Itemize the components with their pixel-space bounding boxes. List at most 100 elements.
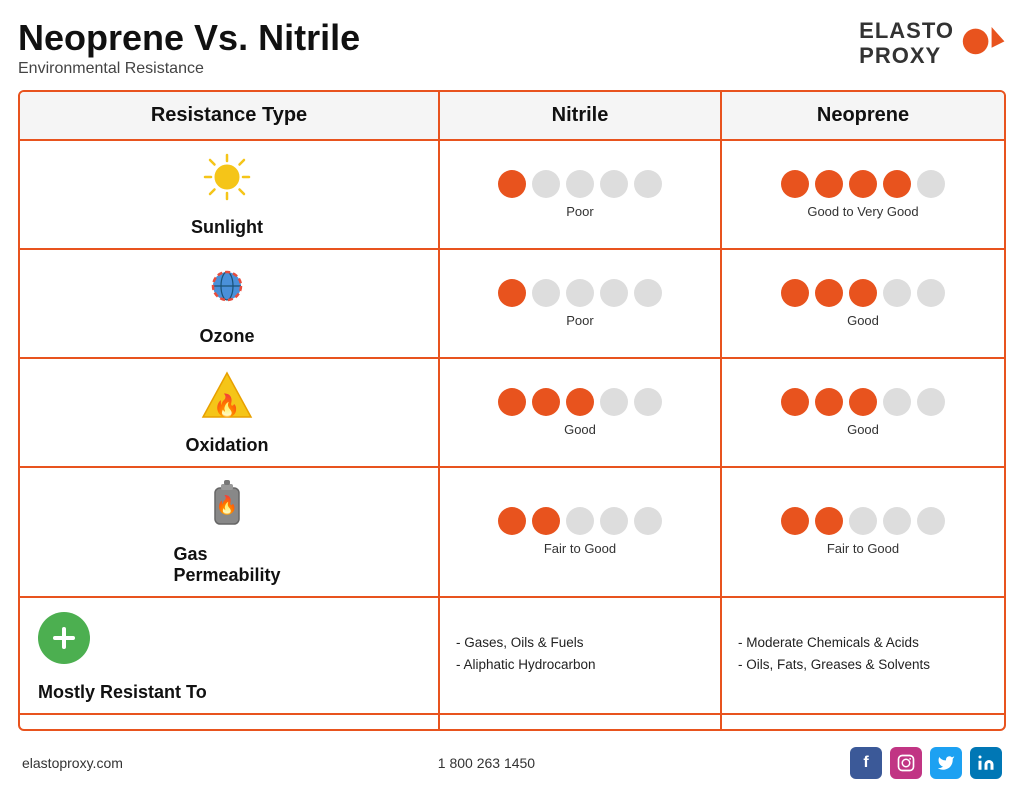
neoprene-mostly-item-2: - Oils, Fats, Greases & Solvents [738,655,930,675]
label-cell-sunlight: Sunlight [20,141,440,248]
neoprene-least-cell: - Esters & Ketones - Chlorinated, Aromat… [722,715,1004,731]
dot-empty [883,279,911,307]
sun-icon [201,151,253,203]
label-cell-gas: 🔥 Gas Permeability [20,468,440,596]
dot-empty [600,507,628,535]
footer-social-icons: f [850,747,1002,779]
dot-empty [883,507,911,535]
plus-icon [38,612,90,664]
table-row: Ozone Poor [20,248,1004,357]
instagram-icon[interactable] [890,747,922,779]
nitrile-sunlight-dots [498,170,662,198]
linkedin-symbol-icon [977,754,995,772]
header-left: Neoprene Vs. Nitrile Environmental Resis… [18,18,360,78]
nitrile-gas-cell: Fair to Good [440,468,722,596]
dot-empty [634,507,662,535]
table-body: Sunlight Poor [20,139,1004,731]
dot-filled [532,507,560,535]
facebook-icon[interactable]: f [850,747,882,779]
svg-text:🔥: 🔥 [216,494,238,515]
dot-empty [634,388,662,416]
sub-title: Environmental Resistance [18,60,360,78]
table-row: 🔥 Gas Permeability Fair to Good [20,466,1004,596]
dot-empty [883,388,911,416]
dot-filled [815,170,843,198]
dot-empty [917,388,945,416]
dot-empty [634,279,662,307]
dot-filled [815,388,843,416]
dot-filled [781,279,809,307]
gas-icon: 🔥 [205,478,249,530]
neoprene-mostly-cell: - Moderate Chemicals & Acids - Oils, Fat… [722,598,1004,713]
neoprene-sunlight-cell: Good to Very Good [722,141,1004,248]
dot-filled [781,507,809,535]
header: Neoprene Vs. Nitrile Environmental Resis… [18,18,1006,78]
neoprene-gas-dots [781,507,945,535]
twitter-symbol-icon [937,754,955,772]
footer-website[interactable]: elastoproxy.com [22,755,123,771]
dot-filled [498,507,526,535]
dot-filled [498,279,526,307]
dot-filled [498,388,526,416]
footer: elastoproxy.com 1 800 263 1450 f [18,739,1006,781]
nitrile-oxidation-label: Good [564,422,596,437]
dot-empty [566,279,594,307]
mostly-label: Mostly Resistant To [38,682,207,703]
nitrile-mostly-item-1: - Gases, Oils & Fuels [456,633,584,653]
table-row: 🔥 Oxidation Good [20,357,1004,466]
neoprene-ozone-dots [781,279,945,307]
logo: ELASTO PROXY [859,18,1006,69]
dot-empty [600,279,628,307]
col-header-resistance: Resistance Type [20,92,440,139]
dot-filled [849,388,877,416]
label-cell-ozone: Ozone [20,250,440,357]
dot-filled [815,279,843,307]
sunlight-label: Sunlight [191,217,263,238]
linkedin-icon[interactable] [970,747,1002,779]
neoprene-ozone-label: Good [847,313,879,328]
dot-empty [566,170,594,198]
nitrile-least-cell: - Ketones & Aromatic Oils - Sunlight, We… [440,715,722,731]
label-cell-oxidation: 🔥 Oxidation [20,359,440,466]
main-title: Neoprene Vs. Nitrile [18,18,360,58]
neoprene-sunlight-label: Good to Very Good [807,204,918,219]
dot-filled [566,388,594,416]
label-cell-least: Least Resistant To [20,715,440,731]
nitrile-sunlight-label: Poor [566,204,593,219]
table-row: Sunlight Poor [20,139,1004,248]
twitter-icon[interactable] [930,747,962,779]
dot-filled [849,170,877,198]
neoprene-oxidation-label: Good [847,422,879,437]
gas-label: Gas Permeability [173,544,280,586]
dot-empty [600,170,628,198]
table-row: Mostly Resistant To - Gases, Oils & Fuel… [20,596,1004,713]
ozone-icon [201,260,253,312]
nitrile-oxidation-dots [498,388,662,416]
dot-empty [532,279,560,307]
dot-empty [600,388,628,416]
footer-phone: 1 800 263 1450 [438,755,535,771]
minus-icon [38,729,90,731]
dot-empty [566,507,594,535]
nitrile-oxidation-cell: Good [440,359,722,466]
neoprene-gas-cell: Fair to Good [722,468,1004,596]
table-header: Resistance Type Nitrile Neoprene [20,92,1004,139]
dot-filled [781,170,809,198]
nitrile-mostly-item-2: - Aliphatic Hydrocarbon [456,655,596,675]
plus-symbol-icon [50,624,78,652]
nitrile-mostly-cell: - Gases, Oils & Fuels - Aliphatic Hydroc… [440,598,722,713]
label-cell-mostly: Mostly Resistant To [20,598,440,713]
neoprene-oxidation-dots [781,388,945,416]
dot-filled [532,388,560,416]
table-row: Least Resistant To - Ketones & Aromatic … [20,713,1004,731]
logo-text: ELASTO PROXY [859,18,954,69]
nitrile-sunlight-cell: Poor [440,141,722,248]
oxidation-icon: 🔥 [201,369,253,421]
dot-empty [917,170,945,198]
instagram-symbol-icon [897,754,915,772]
svg-text:🔥: 🔥 [213,393,240,418]
neoprene-ozone-cell: Good [722,250,1004,357]
logo-figure-icon [958,19,1006,67]
dot-filled [815,507,843,535]
dot-empty [917,507,945,535]
